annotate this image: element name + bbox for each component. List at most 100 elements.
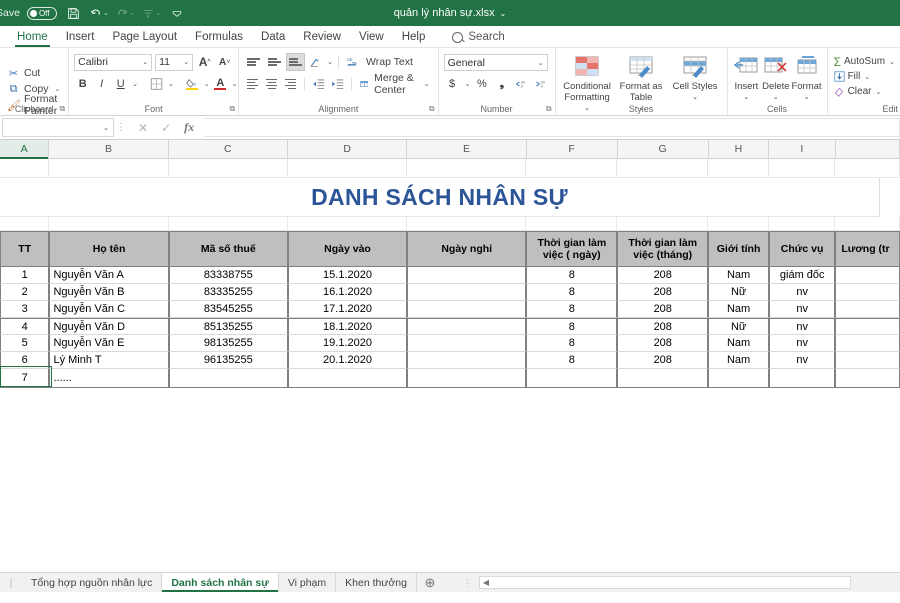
clear-caret[interactable]: ⌄ [875, 88, 881, 96]
insert-cells-caret[interactable]: ⌄ [743, 92, 749, 103]
cell-chuc_vu-row-1[interactable]: giám đốc [769, 267, 836, 284]
cell-tg_thang-row-1[interactable]: 208 [617, 267, 709, 284]
cut-button[interactable]: ✂ Cut [5, 65, 63, 81]
table-header-tg-ngay[interactable]: Thời gian làm việc ( ngày) [526, 231, 618, 267]
redo-icon[interactable]: ⌄ [116, 4, 135, 23]
column-header-h[interactable]: H [708, 140, 770, 158]
cell-tt-row-3[interactable]: 3 [0, 301, 50, 318]
bold-button[interactable]: B [74, 75, 91, 93]
cell-ngay_nghi-row-7[interactable] [407, 369, 527, 388]
sheet-tab-vi-pham[interactable]: Vi phạm [279, 573, 337, 592]
cell-chuc_vu-row-6[interactable]: nv [769, 352, 836, 369]
cell-styles-button[interactable]: Cell Styles ⌄ [669, 53, 722, 103]
format-cells-caret[interactable]: ⌄ [804, 92, 810, 103]
tab-view[interactable]: View [350, 29, 393, 47]
column-header-j[interactable] [835, 140, 900, 158]
fill-button[interactable]: Fill ⌄ [833, 69, 895, 84]
font-size-combo[interactable]: 11 ⌄ [155, 53, 194, 71]
column-header-c[interactable]: C [168, 140, 288, 158]
orientation-button[interactable] [307, 53, 324, 71]
merge-center-button[interactable]: Merge & Center ⌄ [357, 72, 433, 96]
cell-ngay_vao-row-5[interactable]: 19.1.2020 [287, 335, 408, 352]
autosum-caret[interactable]: ⌄ [889, 58, 895, 66]
delete-cells-button[interactable]: Delete ⌄ [761, 53, 790, 103]
cell-ho_ten-row-5[interactable]: Nguyễn Văn E [49, 335, 169, 352]
delete-cells-caret[interactable]: ⌄ [773, 92, 779, 103]
cell-h3[interactable] [708, 217, 770, 231]
column-header-d[interactable]: D [287, 140, 408, 158]
percent-format-button[interactable]: % [473, 75, 490, 93]
number-format-caret[interactable]: ⌄ [538, 59, 544, 67]
cell-tg_ngay-row-2[interactable]: 8 [526, 284, 618, 301]
cell-e3[interactable] [407, 217, 527, 231]
sheet-tab-tong-hop-nguon-nhan-luc[interactable]: Tổng hợp nguồn nhân lực [22, 573, 163, 592]
align-left-button[interactable] [244, 75, 261, 93]
cell-ngay_nghi-row-1[interactable] [407, 267, 527, 284]
cell-luong-row-6[interactable] [835, 352, 900, 369]
cell-chuc_vu-row-3[interactable]: nv [769, 301, 836, 318]
cell-ho_ten-row-6[interactable]: Lý Minh T [49, 352, 169, 369]
fill-color-button[interactable] [184, 75, 201, 93]
column-header-i[interactable]: I [769, 140, 836, 158]
title-dropdown-caret[interactable]: ⌄ [500, 9, 507, 18]
name-box[interactable]: ⌄ [2, 118, 114, 137]
cell-gioi_tinh-row-1[interactable]: Nam [708, 267, 769, 284]
cell-ngay_vao-row-6[interactable]: 20.1.2020 [287, 352, 408, 369]
cell-tg_thang-row-2[interactable]: 208 [617, 284, 709, 301]
cell-gioi_tinh-row-3[interactable]: Nam [708, 301, 769, 318]
decrease-font-size-button[interactable]: A ˅ [216, 53, 233, 71]
cell-ngay_nghi-row-3[interactable] [407, 301, 527, 318]
table-header-tg-thang[interactable]: Thời gian làm việc (tháng) [617, 231, 709, 267]
borders-button[interactable] [148, 75, 165, 93]
cell-tg_ngay-row-5[interactable]: 8 [526, 335, 618, 352]
table-header-tt[interactable]: TT [0, 231, 50, 267]
align-right-button[interactable] [282, 75, 299, 93]
cell-ma_so_thue-row-6[interactable]: 96135255 [168, 352, 288, 369]
increase-font-size-button[interactable]: A ^ [196, 53, 213, 71]
number-format-combo[interactable]: General ⌄ [443, 54, 548, 71]
format-cells-button[interactable]: Format ⌄ [791, 53, 822, 103]
underline-button[interactable]: U [112, 75, 129, 93]
sheet-tab-danh-sach-nhan-su[interactable]: Danh sách nhân sự [162, 573, 279, 592]
cell-tg_ngay-row-1[interactable]: 8 [526, 267, 618, 284]
formula-input[interactable] [204, 118, 900, 137]
align-middle-button[interactable] [265, 53, 284, 71]
increase-indent-button[interactable] [329, 75, 346, 93]
table-header-ngay-vao[interactable]: Ngày vào [287, 231, 408, 267]
sheet-tab-khen-thuong[interactable]: Khen thưởng [336, 573, 417, 592]
cell-f1[interactable] [526, 159, 618, 178]
cell-tt-row-6[interactable]: 6 [0, 352, 50, 369]
align-bottom-button[interactable] [286, 53, 306, 71]
cell-gioi_tinh-row-4[interactable]: Nữ [708, 318, 769, 335]
tab-insert[interactable]: Insert [57, 29, 104, 47]
undo-icon[interactable]: ⌄ [90, 4, 109, 23]
cell-i3[interactable] [769, 217, 836, 231]
cell-tg_thang-row-6[interactable]: 208 [617, 352, 709, 369]
cell-i1[interactable] [769, 159, 836, 178]
cell-ma_so_thue-row-3[interactable]: 83545255 [168, 301, 288, 318]
fill-color-dropdown-caret[interactable]: ⌄ [204, 80, 210, 88]
cell-luong-row-1[interactable] [835, 267, 900, 284]
cell-tg_ngay-row-7[interactable] [526, 369, 618, 388]
italic-button[interactable]: I [93, 75, 110, 93]
cell-ho_ten-row-2[interactable]: Nguyễn Văn B [49, 284, 169, 301]
tab-formulas[interactable]: Formulas [186, 29, 252, 47]
underline-dropdown-caret[interactable]: ⌄ [132, 80, 138, 88]
cell-ma_so_thue-row-4[interactable]: 85135255 [168, 318, 288, 335]
cell-tg_ngay-row-3[interactable]: 8 [526, 301, 618, 318]
cell-f3[interactable] [526, 217, 618, 231]
currency-format-button[interactable]: $ [444, 75, 461, 93]
alignment-dialog-launcher[interactable]: ⧉ [429, 104, 435, 114]
horizontal-scrollbar[interactable]: ◀ [478, 576, 851, 589]
cell-tg_thang-row-5[interactable]: 208 [617, 335, 709, 352]
cell-ngay_vao-row-7[interactable] [287, 369, 408, 388]
cell-luong-row-3[interactable] [835, 301, 900, 318]
cell-g3[interactable] [617, 217, 709, 231]
cell-tt-row-1[interactable]: 1 [0, 267, 50, 284]
table-header-chuc-vu[interactable]: Chức vụ [768, 231, 836, 267]
cell-gioi_tinh-row-2[interactable]: Nữ [708, 284, 769, 301]
add-sheet-button[interactable]: ⊕ [417, 573, 443, 592]
font-name-caret[interactable]: ⌄ [142, 58, 148, 66]
fill-caret[interactable]: ⌄ [864, 73, 870, 81]
tab-page-layout[interactable]: Page Layout [103, 29, 186, 47]
